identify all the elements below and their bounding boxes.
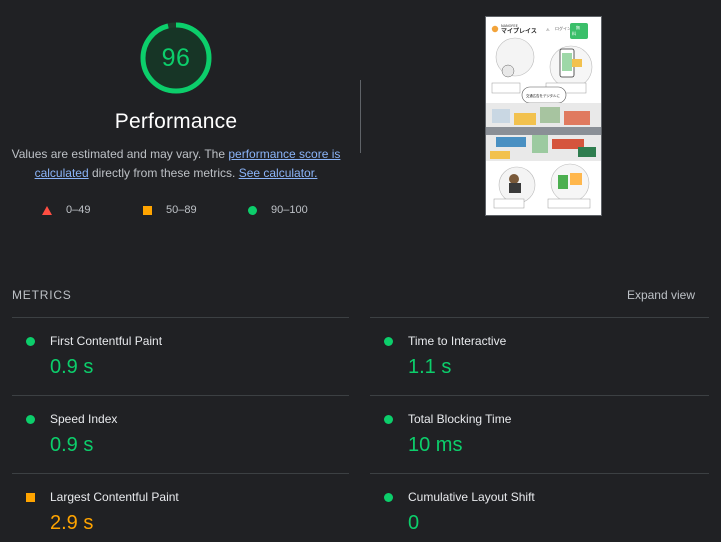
description-text-middle: directly from these metrics. xyxy=(88,166,239,180)
legend-range: 90–100 xyxy=(271,204,308,216)
pass-circle-icon xyxy=(26,337,35,346)
metric-value: 0 xyxy=(408,512,420,534)
pass-circle-icon xyxy=(384,493,393,502)
metric-value: 0.9 s xyxy=(50,434,94,456)
legend-item-fail: 0–49 xyxy=(42,202,90,218)
metric-name: Total Blocking Time xyxy=(408,412,512,426)
description-text: Values are estimated and may vary. The xyxy=(11,147,229,161)
metric-value: 1.1 s xyxy=(408,356,452,378)
performance-gauge: 96 xyxy=(139,21,213,95)
thumb-login: ログイン xyxy=(555,25,571,31)
metric-first-contentful-paint: First Contentful Paint 0.9 s xyxy=(12,318,350,388)
metric-value: 10 ms xyxy=(408,434,463,456)
legend-range: 0–49 xyxy=(66,204,91,216)
category-title: Performance xyxy=(114,110,238,133)
metric-value: 2.9 s xyxy=(50,512,94,534)
pass-circle-icon xyxy=(384,415,393,424)
square-icon xyxy=(143,205,152,215)
metric-speed-index: Speed Index 0.9 s xyxy=(12,396,350,466)
metric-name: First Contentful Paint xyxy=(50,334,163,348)
metrics-heading: METRICS xyxy=(12,288,72,302)
metric-name: Time to Interactive xyxy=(408,334,507,348)
average-square-icon xyxy=(26,493,35,502)
metric-name: Largest Contentful Paint xyxy=(50,490,179,504)
triangle-icon xyxy=(42,205,52,215)
thumb-logo: マイプレイス xyxy=(501,27,537,35)
circle-icon xyxy=(248,205,257,215)
legend-range: 50–89 xyxy=(166,204,197,216)
metric-time-to-interactive: Time to Interactive 1.1 s xyxy=(370,318,708,388)
final-screenshot[interactable]: NANOFEE マイプレイス ⚠ ログイン 無 料 交通広告をデジタルに xyxy=(485,16,602,216)
lighthouse-report: 96 Performance Values are estimated and … xyxy=(0,0,721,542)
legend-item-pass: 90–100 xyxy=(248,202,308,218)
metric-name: Speed Index xyxy=(50,412,118,426)
metric-total-blocking-time: Total Blocking Time 10 ms xyxy=(370,396,708,466)
page-screenshot-illustration: NANOFEE マイプレイス ⚠ ログイン 無 料 交通広告をデジタルに xyxy=(486,17,601,215)
vertical-divider xyxy=(360,80,361,153)
thumb-banner: 交通広告をデジタルに xyxy=(526,93,560,98)
expand-view-toggle[interactable]: Expand view xyxy=(627,288,695,302)
score-value: 96 xyxy=(161,43,191,72)
pass-circle-icon xyxy=(384,337,393,346)
svg-text:料: 料 xyxy=(572,30,576,36)
svg-text:無: 無 xyxy=(576,24,580,30)
svg-text:⚠: ⚠ xyxy=(546,27,550,32)
metric-largest-contentful-paint: Largest Contentful Paint 2.9 s xyxy=(12,474,350,542)
metric-value: 0.9 s xyxy=(50,356,94,378)
pass-circle-icon xyxy=(26,415,35,424)
metric-name: Cumulative Layout Shift xyxy=(408,490,535,504)
metric-cumulative-layout-shift: Cumulative Layout Shift 0 xyxy=(370,474,708,542)
score-description: Values are estimated and may vary. The p… xyxy=(0,145,352,183)
see-calculator-link[interactable]: See calculator. xyxy=(239,166,318,180)
score-legend: 0–49 50–89 90–100 xyxy=(0,202,352,218)
legend-item-average: 50–89 xyxy=(143,202,197,218)
